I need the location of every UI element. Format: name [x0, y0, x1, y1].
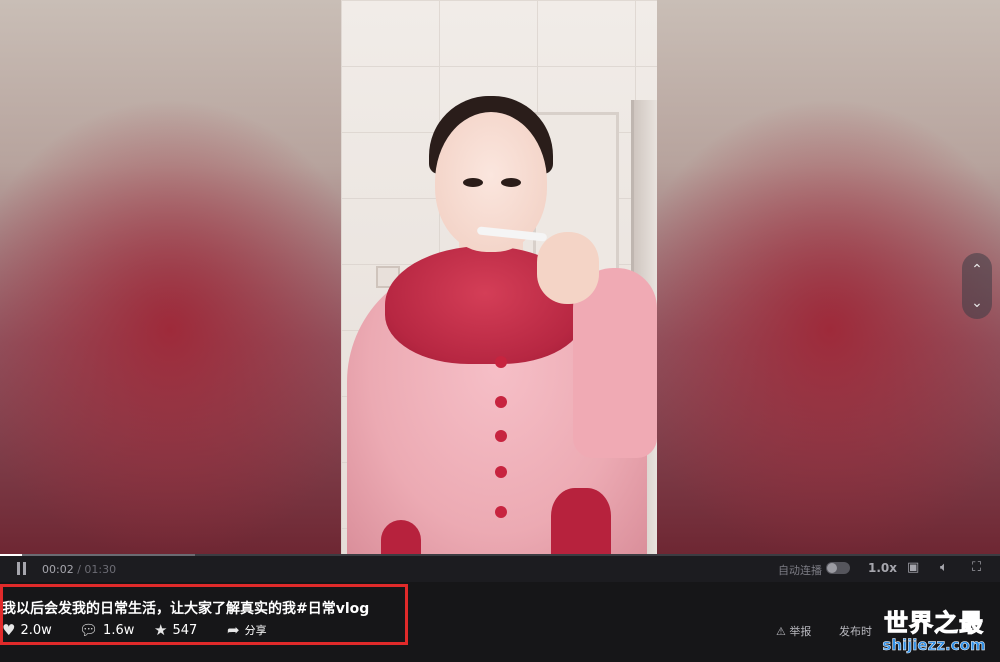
progress-fill [0, 554, 22, 556]
robe-pocket [381, 520, 421, 554]
watermark-url: shijiezz.com [882, 636, 986, 655]
publish-time-label: 发布时 [839, 625, 872, 638]
robe-pocket [551, 488, 611, 554]
autoplay-toggle[interactable] [826, 562, 850, 574]
buffer-fill [0, 554, 195, 556]
progress-bar[interactable] [0, 554, 1000, 556]
video-nav-pill: ⌃ ⌄ [962, 253, 992, 319]
chevron-up-icon[interactable]: ⌃ [971, 263, 983, 277]
playback-speed-button[interactable]: 1.0x [868, 561, 897, 575]
report-button[interactable]: ⚠ 举报 [776, 623, 811, 639]
robe-button [495, 430, 507, 442]
robe-button [495, 396, 507, 408]
time-display: 00:02 / 01:30 [42, 563, 116, 576]
robe-button [495, 466, 507, 478]
current-time: 00:02 [42, 563, 74, 576]
video-frame[interactable] [341, 0, 657, 554]
watermark-title: 世界之最 [884, 609, 984, 638]
fullscreen-icon[interactable]: ⛶ [972, 561, 981, 574]
autoplay-label: 自动连播 [778, 564, 822, 577]
player-controls: 00:02 / 01:30 自动连播 1.0x ▣ 🔈︎ ⛶ [0, 554, 1000, 582]
site-watermark: 世界之最 shijiezz.com [870, 603, 998, 661]
robe-button [495, 356, 507, 368]
video-stage[interactable]: ⌃ ⌄ [0, 0, 1000, 554]
annotation-highlight-box [0, 584, 408, 645]
time-separator: / [77, 563, 81, 576]
robe-button [495, 506, 507, 518]
chevron-down-icon[interactable]: ⌄ [971, 296, 983, 310]
report-label: 举报 [789, 625, 812, 638]
volume-icon[interactable]: 🔈︎ [940, 561, 948, 574]
left-eye [463, 178, 483, 187]
right-eye [501, 178, 521, 187]
person-hand [537, 232, 599, 304]
total-time: 01:30 [84, 563, 117, 576]
pause-icon[interactable] [16, 562, 28, 575]
picture-in-picture-icon[interactable]: ▣ [907, 561, 919, 574]
